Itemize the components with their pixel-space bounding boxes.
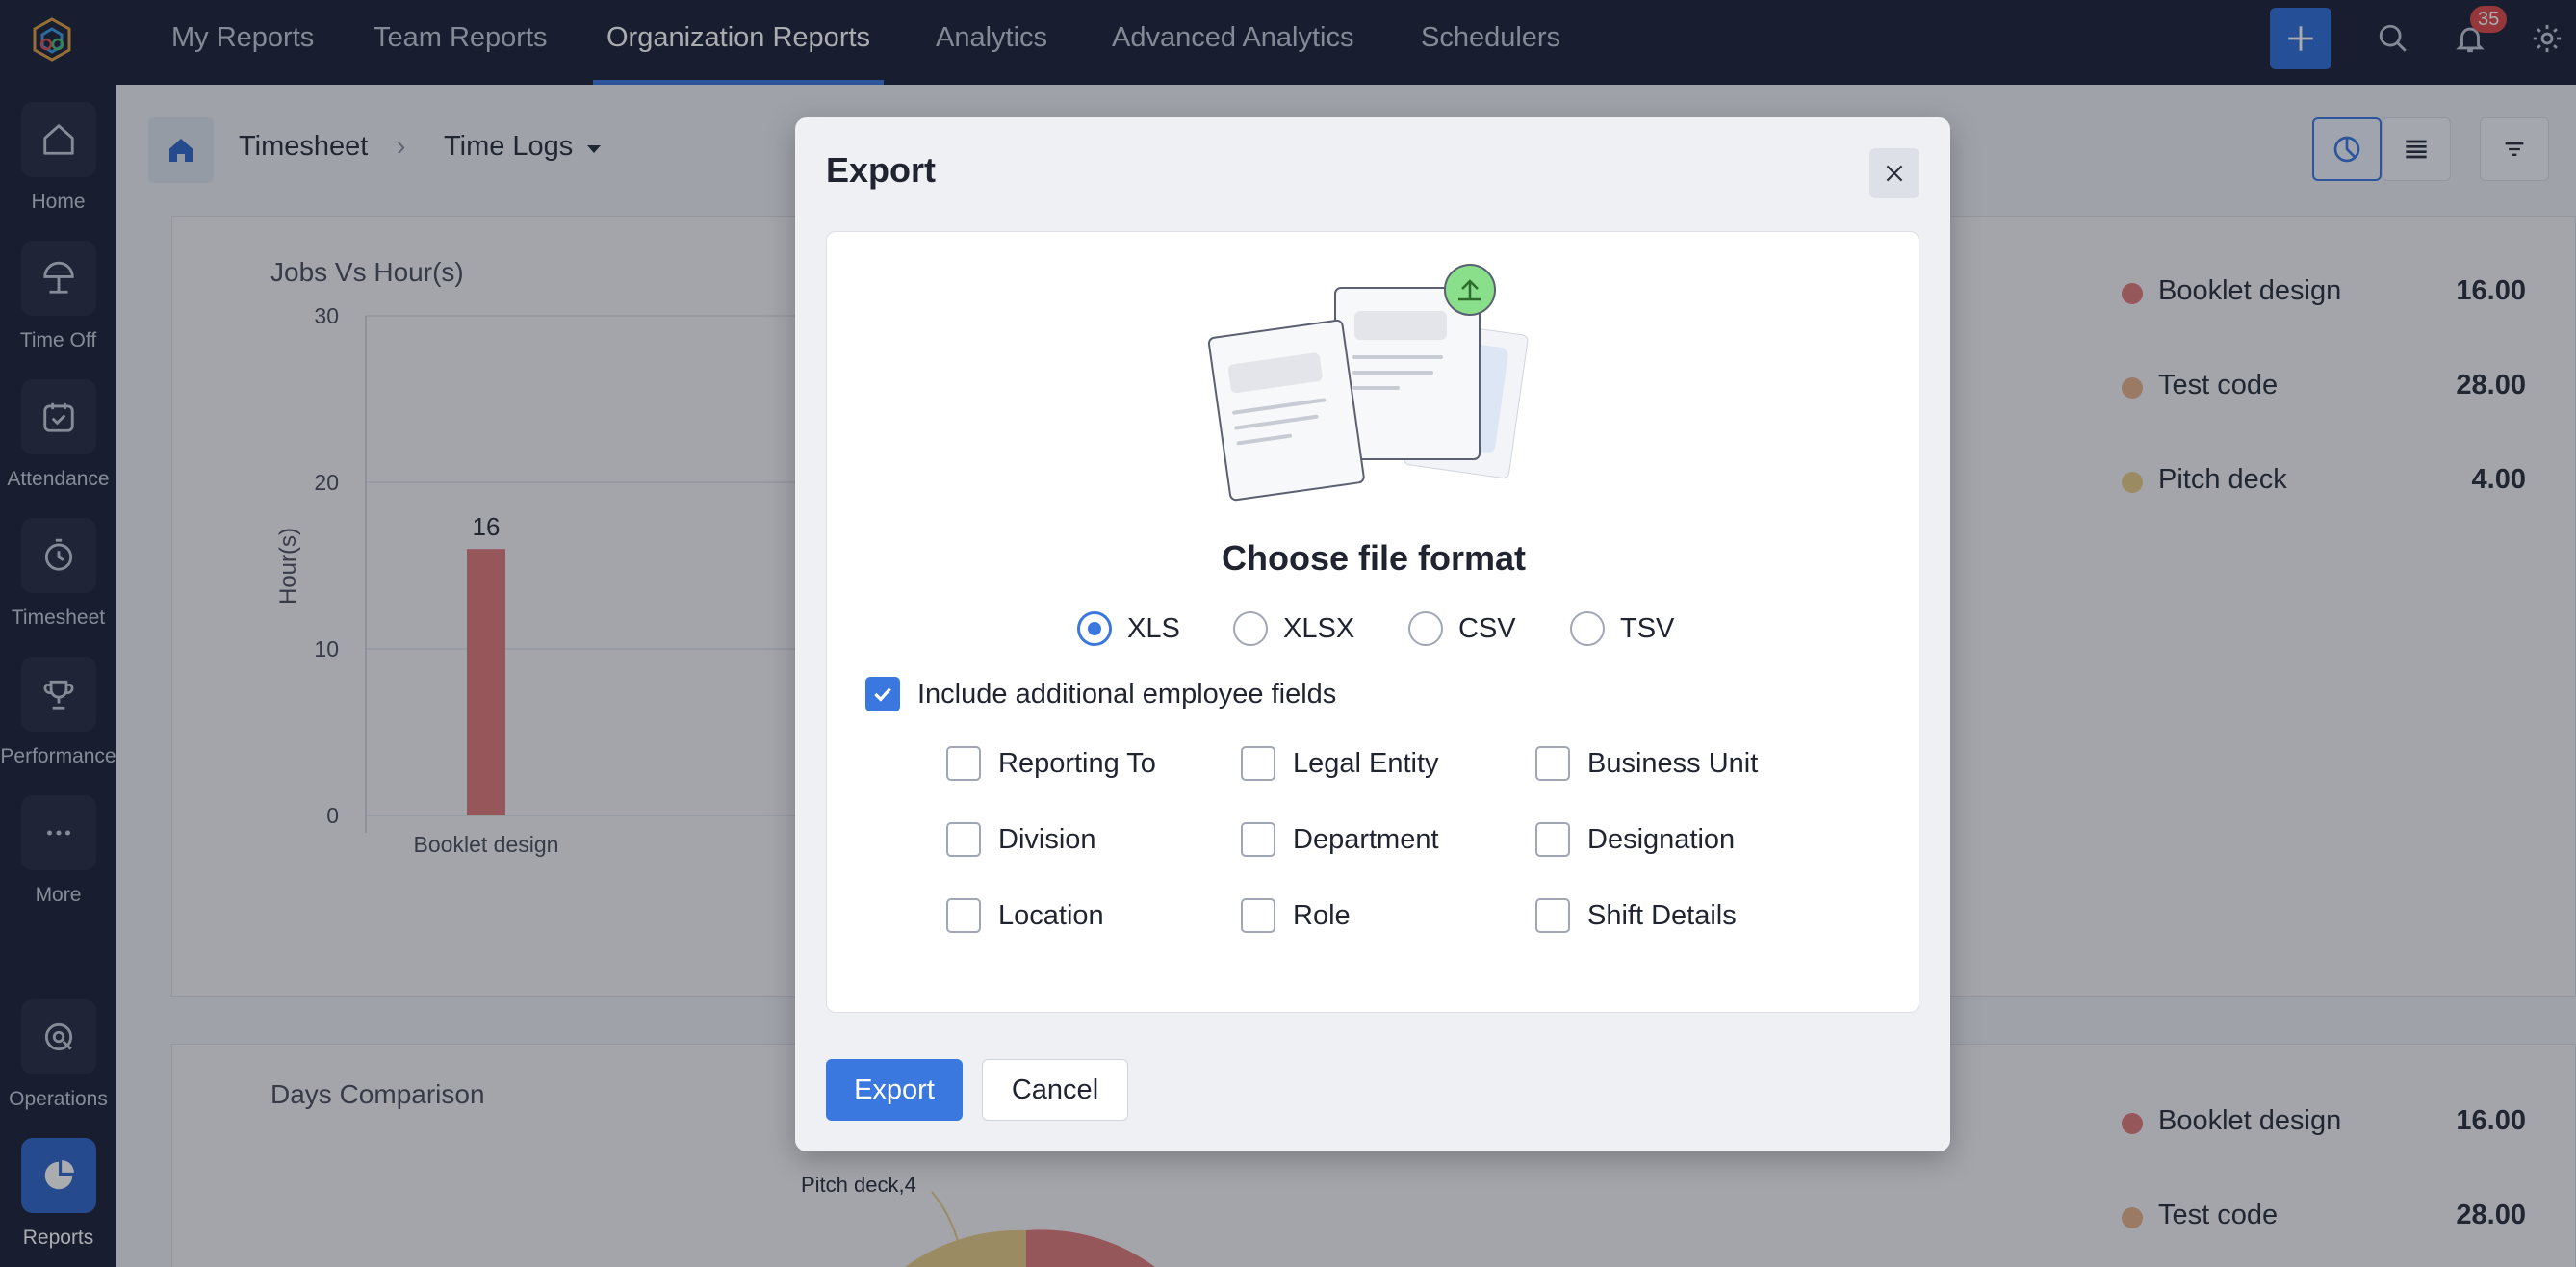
format-option-xlsx[interactable]: XLSX <box>1233 608 1354 650</box>
radio-button[interactable] <box>1233 611 1268 646</box>
field-label: Reporting To <box>998 747 1156 779</box>
format-label: XLSX <box>1283 612 1355 644</box>
field-checkbox[interactable] <box>946 746 981 781</box>
field-checkbox[interactable] <box>1535 746 1570 781</box>
format-label: TSV <box>1620 612 1675 644</box>
field-label: Legal Entity <box>1293 747 1439 779</box>
include-fields-checkbox[interactable] <box>865 677 900 711</box>
cancel-button[interactable]: Cancel <box>982 1059 1128 1121</box>
field-label: Department <box>1293 823 1439 855</box>
field-label: Division <box>998 823 1096 855</box>
field-checkbox[interactable] <box>946 822 981 857</box>
dialog-title: Export <box>826 150 937 190</box>
field-label: Role <box>1293 899 1351 931</box>
field-checkbox[interactable] <box>1241 822 1275 857</box>
field-label: Business Unit <box>1587 747 1759 779</box>
field-checkbox[interactable] <box>1535 898 1570 933</box>
close-button[interactable] <box>1869 148 1919 198</box>
field-option-legal-entity[interactable]: Legal Entity <box>1241 744 1439 783</box>
field-option-department[interactable]: Department <box>1241 820 1439 859</box>
format-label: CSV <box>1458 612 1516 644</box>
checkmark-icon <box>874 687 891 702</box>
export-options-panel: Choose file format XLS XLSX CSV TSV Incl… <box>826 231 1919 1013</box>
format-option-csv[interactable]: CSV <box>1408 608 1516 650</box>
field-label: Location <box>998 899 1104 931</box>
field-checkbox[interactable] <box>1535 822 1570 857</box>
export-button[interactable]: Export <box>826 1059 963 1121</box>
file-export-illustration <box>1207 264 1529 502</box>
field-checkbox[interactable] <box>946 898 981 933</box>
export-dialog: Export Choose file format XLS XLSX CSV T… <box>795 117 1950 1151</box>
radio-button[interactable] <box>1570 611 1605 646</box>
field-option-business-unit[interactable]: Business Unit <box>1535 744 1758 783</box>
radio-button[interactable] <box>1077 611 1112 646</box>
include-fields-option[interactable]: Include additional employee fields <box>865 675 1336 713</box>
format-option-tsv[interactable]: TSV <box>1570 608 1674 650</box>
field-option-division[interactable]: Division <box>946 820 1096 859</box>
field-option-reporting-to[interactable]: Reporting To <box>946 744 1156 783</box>
close-icon <box>1886 165 1903 182</box>
field-option-location[interactable]: Location <box>946 896 1104 935</box>
field-option-shift-details[interactable]: Shift Details <box>1535 896 1737 935</box>
field-option-designation[interactable]: Designation <box>1535 820 1735 859</box>
field-checkbox[interactable] <box>1241 898 1275 933</box>
choose-format-heading: Choose file format <box>1221 538 1527 578</box>
field-label: Shift Details <box>1587 899 1737 931</box>
format-label: XLS <box>1127 612 1180 644</box>
field-option-role[interactable]: Role <box>1241 896 1351 935</box>
radio-button[interactable] <box>1408 611 1443 646</box>
field-checkbox[interactable] <box>1241 746 1275 781</box>
include-fields-label: Include additional employee fields <box>917 678 1337 710</box>
format-option-xls[interactable]: XLS <box>1077 608 1180 650</box>
field-label: Designation <box>1587 823 1736 855</box>
